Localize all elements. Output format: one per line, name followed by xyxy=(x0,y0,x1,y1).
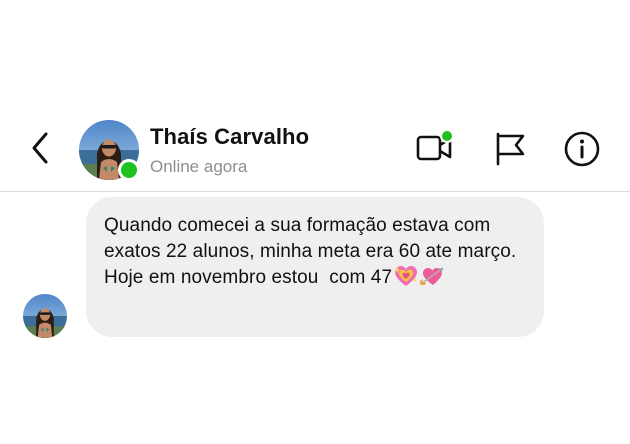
report-flag-button[interactable] xyxy=(490,128,530,168)
sparkling-heart-icon xyxy=(394,266,418,286)
chat-header: Thaís Carvalho Online agora xyxy=(0,106,630,192)
video-call-icon xyxy=(416,129,454,161)
sender-avatar[interactable] xyxy=(23,294,67,338)
message-bubble[interactable]: Quando comecei a sua formação estava com… xyxy=(86,197,544,337)
contact-name[interactable]: Thaís Carvalho xyxy=(150,124,309,150)
back-button[interactable] xyxy=(24,128,60,168)
message-text: Quando comecei a sua formação estava com… xyxy=(104,215,528,288)
heart-with-arrow-icon xyxy=(420,267,444,286)
info-icon xyxy=(564,131,600,167)
online-indicator xyxy=(118,159,140,181)
back-arrow-icon xyxy=(32,132,48,164)
video-call-button[interactable] xyxy=(414,128,454,168)
info-button[interactable] xyxy=(562,128,602,168)
message-text-container: Quando comecei a sua formação estava com… xyxy=(104,213,526,291)
flag-icon xyxy=(496,132,525,166)
message-row: Quando comecei a sua formação estava com… xyxy=(0,197,630,342)
contact-status: Online agora xyxy=(150,157,248,176)
chat-screen: Thaís Carvalho Online agora Quando comec… xyxy=(0,0,630,444)
contact-avatar[interactable] xyxy=(79,120,140,181)
